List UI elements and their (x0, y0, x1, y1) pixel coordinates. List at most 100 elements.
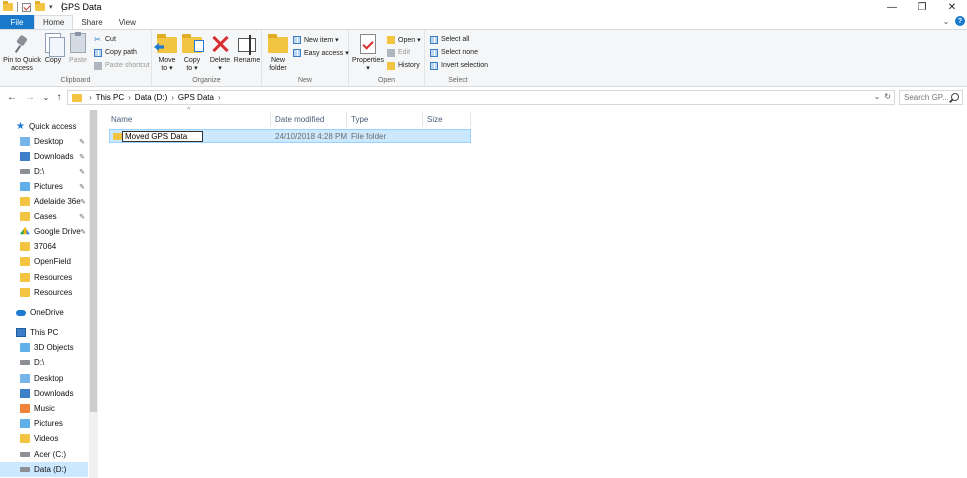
select-none-button[interactable]: Select none (430, 47, 478, 58)
pin-to-quick-access-button[interactable]: Pin to Quick access (3, 33, 41, 73)
close-button[interactable]: ✕ (937, 0, 967, 15)
sidebar-item-downloads-pc[interactable]: Downloads (20, 386, 74, 401)
open-label: Open ▾ (398, 36, 421, 44)
refresh-button[interactable]: ↻ (884, 92, 891, 101)
sidebar-item-onedrive[interactable]: OneDrive (16, 305, 64, 320)
sidebar-item-videos[interactable]: Videos (20, 431, 58, 446)
breadcrumb-this-pc[interactable]: This PC (96, 93, 124, 102)
sidebar-item-adelaide[interactable]: Adelaide 36e ✎ (20, 194, 88, 209)
maximize-button[interactable]: ❐ (907, 0, 937, 15)
properties-label: Properties (352, 57, 384, 64)
new-folder-button[interactable]: New folder (265, 33, 291, 73)
pictures-icon (20, 419, 30, 428)
sidebar-item-d-drive-pc[interactable]: D:\ (20, 355, 44, 370)
tab-view[interactable]: View (111, 15, 144, 29)
sidebar-item-desktop-pc[interactable]: Desktop (20, 371, 63, 386)
paste-button[interactable]: Paste (66, 32, 90, 65)
sidebar-item-this-pc[interactable]: This PC (16, 325, 58, 340)
column-header-size[interactable]: Size (416, 112, 471, 127)
downloads-icon (20, 152, 30, 161)
sidebar-item-music[interactable]: Music (20, 401, 55, 416)
delete-button[interactable]: Delete ▾ (207, 33, 233, 73)
select-all-button[interactable]: Select all (430, 34, 469, 45)
3d-objects-icon (20, 343, 30, 352)
sidebar-item-label: Resources (34, 288, 73, 297)
star-icon: ★ (16, 121, 25, 132)
sidebar-item-resources[interactable]: Resources (20, 285, 72, 300)
select-all-icon (430, 35, 438, 44)
sidebar-item-openfield[interactable]: OpenField (20, 254, 71, 269)
up-button[interactable]: ↑ (53, 91, 65, 103)
sidebar-scrollbar[interactable] (89, 110, 98, 478)
chevron-right-icon[interactable]: › (128, 93, 131, 102)
back-button[interactable]: ← (6, 91, 18, 103)
sidebar-item-label: Music (34, 404, 55, 413)
table-row[interactable]: 24/10/2018 4:28 PM File folder (109, 129, 471, 143)
sidebar-item-3d-objects[interactable]: 3D Objects (20, 340, 74, 355)
column-header-type[interactable]: Type (340, 112, 423, 127)
sidebar-item-quick-access[interactable]: ★ Quick access (16, 119, 77, 134)
move-to-button[interactable]: Move to ▾ (154, 33, 179, 73)
rename-input[interactable] (122, 131, 203, 142)
invert-selection-button[interactable]: Invert selection (430, 60, 488, 71)
sidebar-item-desktop[interactable]: Desktop ✎ (20, 134, 88, 149)
properties-dropdown-caret[interactable]: ▾ (366, 65, 370, 73)
properties-button[interactable]: Properties ▾ (351, 33, 385, 73)
edit-icon (387, 48, 395, 57)
customize-toolbar-icon[interactable]: ▾ (49, 3, 58, 12)
delete-dropdown-caret[interactable]: ▾ (218, 65, 222, 73)
sidebar-item-label: D:\ (34, 358, 45, 367)
rename-button[interactable]: Rename (233, 33, 261, 65)
sidebar-item-label: Cases (34, 212, 57, 221)
copy-path-button[interactable]: Copy path (94, 47, 137, 58)
sidebar-item-data-d[interactable]: Data (D:) (0, 462, 88, 477)
sidebar-item-pictures-pc[interactable]: Pictures (20, 416, 63, 431)
recent-locations-button[interactable]: ⌄ (40, 91, 52, 103)
easy-access-button[interactable]: Easy access ▾ (293, 47, 349, 58)
open-button[interactable]: Open ▾ (387, 34, 421, 45)
copy-button[interactable]: Copy (42, 33, 65, 65)
help-icon[interactable]: ? (955, 16, 965, 26)
tab-share[interactable]: Share (73, 15, 110, 29)
tab-home[interactable]: Home (34, 15, 74, 29)
sidebar-item-d-drive[interactable]: D:\ ✎ (20, 164, 88, 179)
scrollbar-thumb[interactable] (90, 110, 97, 412)
properties-icon[interactable] (22, 2, 31, 12)
new-folder-icon[interactable] (35, 1, 45, 11)
paste-shortcut-button[interactable]: Paste shortcut (94, 60, 150, 71)
breadcrumb-gps-data[interactable]: GPS Data (178, 93, 214, 102)
address-dropdown-button[interactable]: ⌄ (874, 92, 881, 101)
row-date-modified: 24/10/2018 4:28 PM (275, 132, 348, 141)
cut-button[interactable]: ✂ Cut (94, 34, 116, 45)
history-icon (387, 61, 395, 70)
sidebar-item-resources[interactable]: Resources (20, 270, 72, 285)
copy-to-label-2: to ▾ (186, 65, 198, 72)
column-header-name[interactable]: Name (100, 112, 271, 127)
pin-icon: ✎ (79, 168, 85, 176)
sidebar-item-pictures[interactable]: Pictures ✎ (20, 179, 88, 194)
edit-button[interactable]: Edit (387, 47, 410, 58)
sidebar-item-label: Downloads (34, 152, 74, 161)
copy-to-button[interactable]: Copy to ▾ (180, 33, 204, 73)
sidebar-item-downloads[interactable]: Downloads ✎ (20, 149, 88, 164)
sidebar-item-37064[interactable]: 37064 (20, 239, 56, 254)
sidebar-item-cases[interactable]: Cases ✎ (20, 209, 88, 224)
search-icon[interactable] (951, 93, 959, 101)
address-bar[interactable]: › This PC › Data (D:) › GPS Data › ⌄ ↻ (67, 90, 895, 105)
sidebar-item-acer-c[interactable]: Acer (C:) (20, 447, 66, 462)
sidebar-item-google-drive[interactable]: Google Drive ✎ (20, 224, 88, 239)
minimize-button[interactable]: — (877, 0, 907, 15)
select-group: Select all Select none Invert selection … (425, 30, 491, 86)
row-type: File folder (351, 132, 387, 141)
new-item-button[interactable]: New item ▾ (293, 34, 339, 45)
chevron-right-icon[interactable]: › (89, 93, 92, 102)
column-header-date-modified[interactable]: Date modified (264, 112, 347, 127)
search-input[interactable]: Search GP... (899, 90, 963, 105)
history-button[interactable]: History (387, 60, 420, 71)
breadcrumb-data-drive[interactable]: Data (D:) (135, 93, 167, 102)
forward-button[interactable]: → (24, 91, 36, 103)
chevron-right-icon[interactable]: › (218, 93, 221, 102)
chevron-right-icon[interactable]: › (171, 93, 174, 102)
tab-file[interactable]: File (0, 15, 34, 29)
expand-ribbon-icon[interactable]: ⌄ (941, 16, 951, 26)
